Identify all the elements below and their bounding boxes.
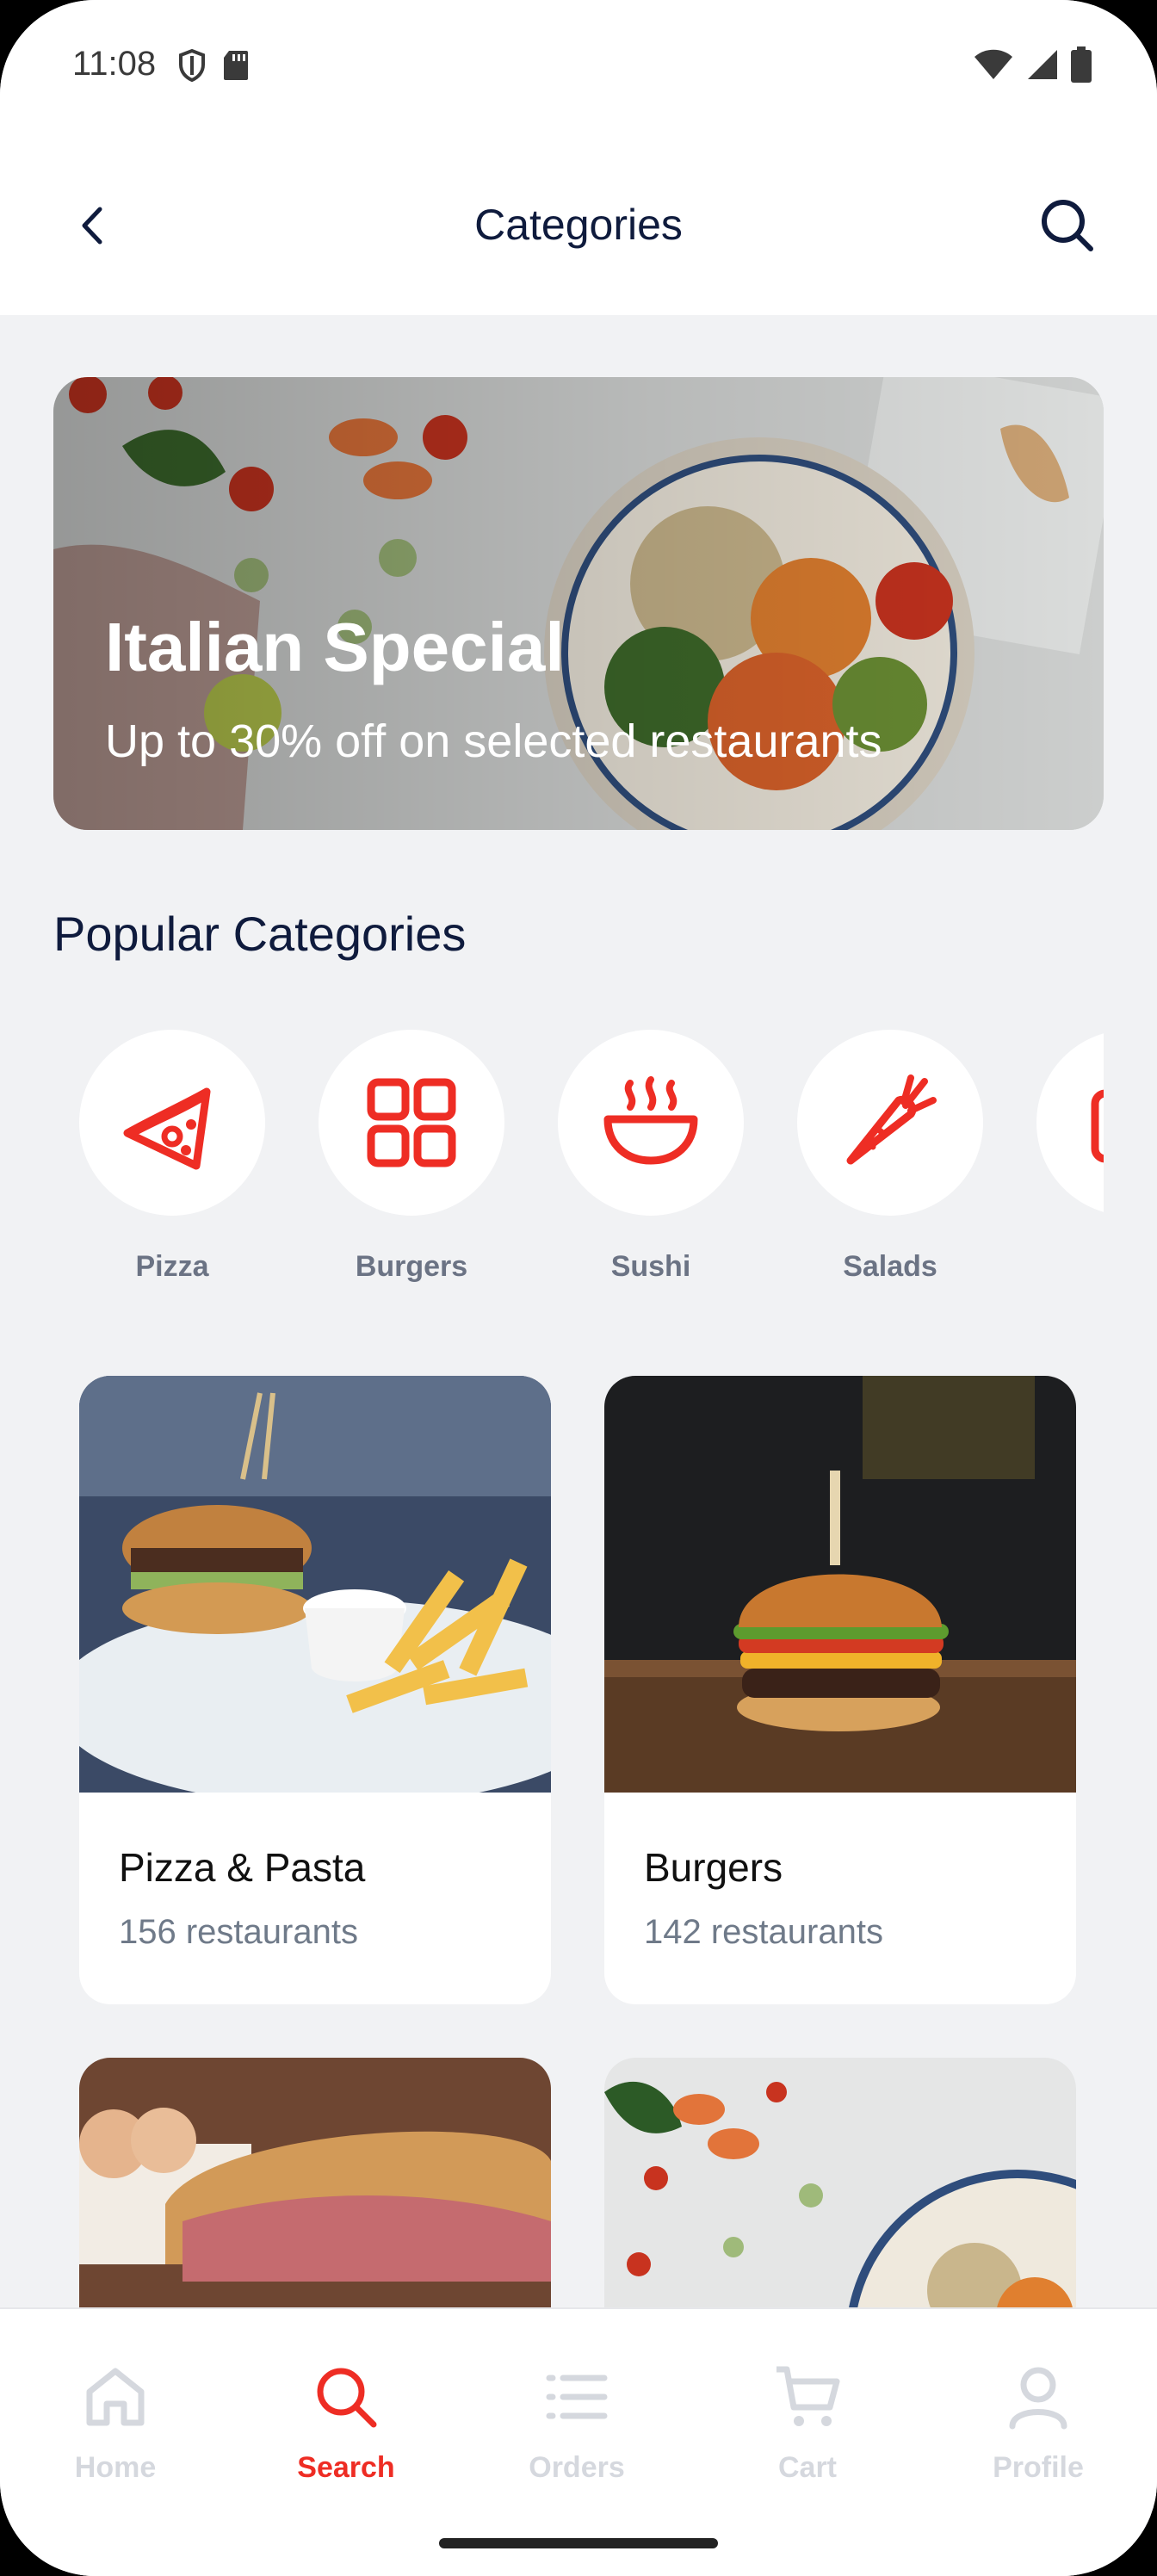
bottom-navigation: Home Search Orders Cart Profile — [0, 2307, 1157, 2576]
carrot-icon — [846, 1074, 937, 1165]
nav-label: Orders — [529, 2451, 625, 2484]
cup-icon — [1091, 1089, 1104, 1163]
nav-item-profile[interactable]: Profile — [952, 2362, 1124, 2485]
top-app-bar: Categories — [0, 138, 1157, 315]
nav-item-search[interactable]: Search — [260, 2362, 432, 2485]
category-item-salads[interactable]: Salads — [797, 1030, 983, 1284]
sd-card-icon — [224, 51, 248, 80]
category-card-pizza-pasta[interactable]: Pizza & Pasta 156 restaurants — [79, 1376, 551, 2004]
category-icon-container — [1036, 1030, 1104, 1216]
signal-icon — [1028, 50, 1057, 79]
grid-icon — [367, 1078, 456, 1167]
category-label: Salads — [843, 1250, 937, 1283]
card-title: Burgers — [644, 1845, 783, 1890]
nav-item-orders[interactable]: Orders — [491, 2362, 663, 2485]
search-button[interactable] — [1035, 193, 1100, 258]
category-label: Pizza — [135, 1250, 209, 1283]
category-icon-container — [79, 1030, 265, 1216]
card-restaurant-count: 142 restaurants — [644, 1913, 883, 1951]
promo-banner[interactable]: Italian Special Up to 30% off on selecte… — [53, 377, 1104, 830]
category-icon-container — [797, 1030, 983, 1216]
category-item-pizza[interactable]: Pizza — [79, 1030, 265, 1284]
pizza-icon — [123, 1087, 211, 1170]
status-time: 11:08 — [72, 45, 157, 83]
nav-label: Cart — [777, 2451, 838, 2484]
nav-item-home[interactable]: Home — [29, 2362, 201, 2485]
search-icon — [1042, 200, 1093, 251]
home-icon — [86, 2368, 145, 2426]
nav-label: Home — [74, 2451, 157, 2484]
category-icon-container — [558, 1030, 744, 1216]
status-bar: 11:08 — [0, 0, 1157, 138]
card-image — [604, 1376, 1076, 1793]
card-restaurant-count: 156 restaurants — [119, 1913, 358, 1951]
status-left-icons — [177, 48, 250, 83]
card-title: Pizza & Pasta — [119, 1845, 366, 1890]
wifi-icon — [974, 49, 1012, 79]
cart-icon — [776, 2366, 840, 2426]
status-right-icons — [973, 46, 1092, 83]
category-carousel[interactable]: Pizza Burgers Sushi Salads — [53, 1030, 1104, 1305]
category-item-burgers[interactable]: Burgers — [319, 1030, 504, 1284]
category-card-burgers[interactable]: Burgers 142 restaurants — [604, 1376, 1076, 2004]
banner-subtitle: Up to 30% off on selected restaurants — [105, 715, 882, 767]
nav-item-cart[interactable]: Cart — [721, 2362, 894, 2485]
category-label: Burgers — [355, 1250, 468, 1283]
home-indicator[interactable] — [439, 2538, 718, 2548]
shield-icon — [179, 48, 205, 83]
app-screen: 11:08 Categories Italian Special Up to 3… — [0, 0, 1157, 2576]
nav-label: Profile — [993, 2451, 1084, 2484]
category-icon-container — [319, 1030, 504, 1216]
category-label: Co — [1036, 1250, 1104, 1284]
list-icon — [546, 2375, 608, 2419]
battery-icon — [1071, 46, 1092, 83]
search-icon — [317, 2368, 377, 2428]
section-title: Popular Categories — [53, 907, 467, 961]
banner-title: Italian Special — [105, 609, 565, 685]
burger-image — [604, 1376, 1076, 1793]
card-image — [79, 1376, 551, 1793]
bowl-icon — [603, 1076, 698, 1165]
burger-fries-image — [79, 1376, 551, 1793]
page-title: Categories — [474, 201, 683, 249]
category-item-sushi[interactable]: Sushi — [558, 1030, 744, 1284]
person-icon — [1009, 2367, 1067, 2430]
category-label: Sushi — [610, 1250, 691, 1283]
category-item-coffee[interactable]: Co — [1036, 1030, 1104, 1284]
nav-label: Search — [297, 2451, 395, 2484]
